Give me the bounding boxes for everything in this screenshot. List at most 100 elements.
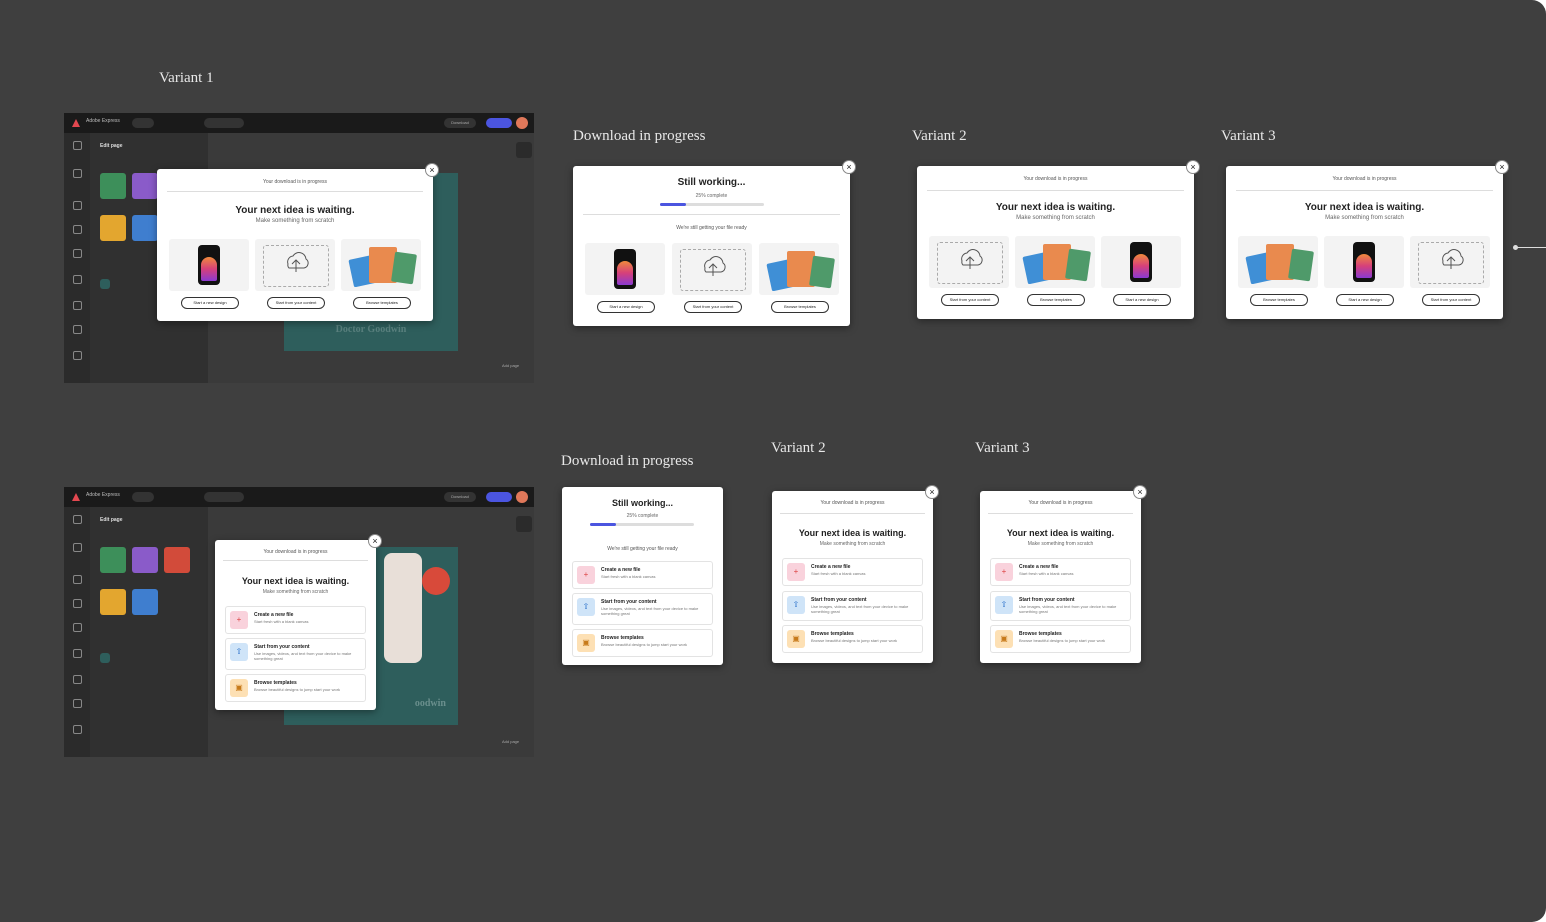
resize-pill[interactable] xyxy=(204,118,244,128)
modal-variant-1: × Your download is in progress Your next… xyxy=(157,163,439,321)
row-new-file[interactable]: + Create a new file Start fresh with a b… xyxy=(572,561,713,589)
app-screenshot-top: Adobe Express Download Edit page Doctor … xyxy=(64,113,534,383)
option-image xyxy=(929,236,1009,288)
search-icon[interactable] xyxy=(73,141,82,150)
row-templates[interactable]: ▣ Browse templates Browse beautiful desi… xyxy=(782,625,923,653)
search-icon[interactable] xyxy=(73,515,82,524)
option-templates[interactable]: Browse templates xyxy=(1015,236,1095,306)
row-new-file[interactable]: + Create a new file Start fresh with a b… xyxy=(225,606,366,634)
themes-icon[interactable] xyxy=(73,699,82,708)
text-icon[interactable] xyxy=(73,201,82,210)
avatar[interactable] xyxy=(516,491,528,503)
thumbnail[interactable] xyxy=(100,215,126,241)
templates-button[interactable]: Browse templates xyxy=(771,301,829,313)
elements-icon[interactable] xyxy=(73,249,82,258)
option-templates[interactable]: Browse templates xyxy=(759,243,839,313)
option-new-design[interactable]: Start a new design xyxy=(1101,236,1181,306)
new-design-button[interactable]: Start a new design xyxy=(1336,294,1394,306)
thumbnail[interactable] xyxy=(132,173,158,199)
panel-toggle-icon[interactable] xyxy=(516,516,532,532)
layers-icon[interactable] xyxy=(73,675,82,684)
thumbnail[interactable] xyxy=(132,215,158,241)
option-new-design[interactable]: Start a new design xyxy=(169,239,249,309)
new-design-button[interactable]: Start a new design xyxy=(1113,294,1171,306)
themes-icon[interactable] xyxy=(73,325,82,334)
row-new-file[interactable]: + Create a new file Start fresh with a b… xyxy=(990,558,1131,586)
close-icon[interactable]: × xyxy=(1495,160,1509,174)
row-from-content[interactable]: ⇧ Start from your content Use images, vi… xyxy=(782,591,923,621)
templates-button[interactable]: Browse templates xyxy=(353,297,411,309)
from-content-button[interactable]: Start from your content xyxy=(1422,294,1480,306)
row-from-content[interactable]: ⇧ Start from your content Use images, vi… xyxy=(572,593,713,625)
pages-icon[interactable] xyxy=(73,351,82,360)
avatar[interactable] xyxy=(516,117,528,129)
phone-illustration xyxy=(1130,242,1152,282)
plus-icon: + xyxy=(230,611,248,629)
new-design-button[interactable]: Start a new design xyxy=(181,297,239,309)
close-icon[interactable]: × xyxy=(1133,485,1147,499)
pages-icon[interactable] xyxy=(73,725,82,734)
row-from-content[interactable]: ⇧ Start from your content Use images, vi… xyxy=(225,638,366,670)
text-icon[interactable] xyxy=(73,575,82,584)
brand-icon[interactable] xyxy=(73,275,82,284)
option-from-content[interactable]: Start from your content xyxy=(1410,236,1490,306)
option-from-content[interactable]: Start from your content xyxy=(255,239,335,309)
add-page-button[interactable]: Add page xyxy=(502,363,519,368)
row-desc: Start fresh with a blank canvas xyxy=(1019,571,1074,576)
modal-kicker: Your download is in progress xyxy=(820,500,885,506)
thumbnail[interactable] xyxy=(164,547,190,573)
from-content-button[interactable]: Start from your content xyxy=(941,294,999,306)
share-button[interactable] xyxy=(486,118,512,128)
resize-pill[interactable] xyxy=(204,492,244,502)
row-desc: Start fresh with a blank canvas xyxy=(811,571,866,576)
thumbnail[interactable] xyxy=(100,173,126,199)
from-content-button[interactable]: Start from your content xyxy=(267,297,325,309)
option-from-content[interactable]: Start from your content xyxy=(672,243,752,313)
thumbnail[interactable] xyxy=(100,589,126,615)
add-page-button[interactable]: Add page xyxy=(502,739,519,744)
panel-toggle-icon[interactable] xyxy=(516,142,532,158)
background-swatch[interactable] xyxy=(100,653,110,663)
menu-pill[interactable] xyxy=(132,492,154,502)
panel-title: Edit page xyxy=(100,143,123,149)
row-templates[interactable]: ▣ Browse templates Browse beautiful desi… xyxy=(225,674,366,702)
thumbnail[interactable] xyxy=(100,547,126,573)
elements-icon[interactable] xyxy=(73,623,82,632)
share-button[interactable] xyxy=(486,492,512,502)
thumbnail[interactable] xyxy=(132,589,158,615)
row-from-content[interactable]: ⇧ Start from your content Use images, vi… xyxy=(990,591,1131,621)
layers-icon[interactable] xyxy=(73,301,82,310)
row-templates[interactable]: ▣ Browse templates Browse beautiful desi… xyxy=(990,625,1131,653)
option-image xyxy=(1410,236,1490,288)
thumbnail[interactable] xyxy=(132,547,158,573)
row-new-file[interactable]: + Create a new file Start fresh with a b… xyxy=(782,558,923,586)
close-icon[interactable]: × xyxy=(368,534,382,548)
app-topbar: Adobe Express Download xyxy=(64,487,534,507)
plus-icon: + xyxy=(577,566,595,584)
brand-icon[interactable] xyxy=(73,649,82,658)
close-icon[interactable]: × xyxy=(425,163,439,177)
add-icon[interactable] xyxy=(73,543,82,552)
templates-button[interactable]: Browse templates xyxy=(1250,294,1308,306)
option-from-content[interactable]: Start from your content xyxy=(929,236,1009,306)
download-button[interactable]: Download xyxy=(444,118,476,128)
menu-pill[interactable] xyxy=(132,118,154,128)
media-icon[interactable] xyxy=(73,225,82,234)
row-title: Create a new file xyxy=(254,612,294,618)
background-swatch[interactable] xyxy=(100,279,110,289)
row-templates[interactable]: ▣ Browse templates Browse beautiful desi… xyxy=(572,629,713,657)
option-templates[interactable]: Browse templates xyxy=(1238,236,1318,306)
add-icon[interactable] xyxy=(73,169,82,178)
from-content-button[interactable]: Start from your content xyxy=(684,301,742,313)
templates-button[interactable]: Browse templates xyxy=(1027,294,1085,306)
option-new-design[interactable]: Start a new design xyxy=(585,243,665,313)
media-icon[interactable] xyxy=(73,599,82,608)
new-design-button[interactable]: Start a new design xyxy=(597,301,655,313)
download-button[interactable]: Download xyxy=(444,492,476,502)
close-icon[interactable]: × xyxy=(842,160,856,174)
option-templates[interactable]: Browse templates xyxy=(341,239,421,309)
close-icon[interactable]: × xyxy=(1186,160,1200,174)
close-icon[interactable]: × xyxy=(925,485,939,499)
label-variant-2-top: Variant 2 xyxy=(912,128,967,144)
option-new-design[interactable]: Start a new design xyxy=(1324,236,1404,306)
